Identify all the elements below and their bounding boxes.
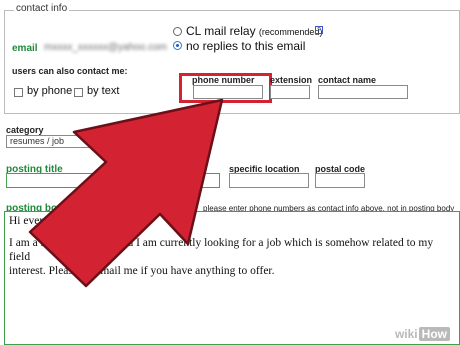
- logo-how: How: [418, 327, 450, 341]
- arrow-shape: [28, 98, 224, 288]
- wikihow-logo: wiki How: [395, 327, 450, 341]
- logo-wiki: wiki: [394, 327, 418, 341]
- red-arrow-overlay: [28, 98, 224, 288]
